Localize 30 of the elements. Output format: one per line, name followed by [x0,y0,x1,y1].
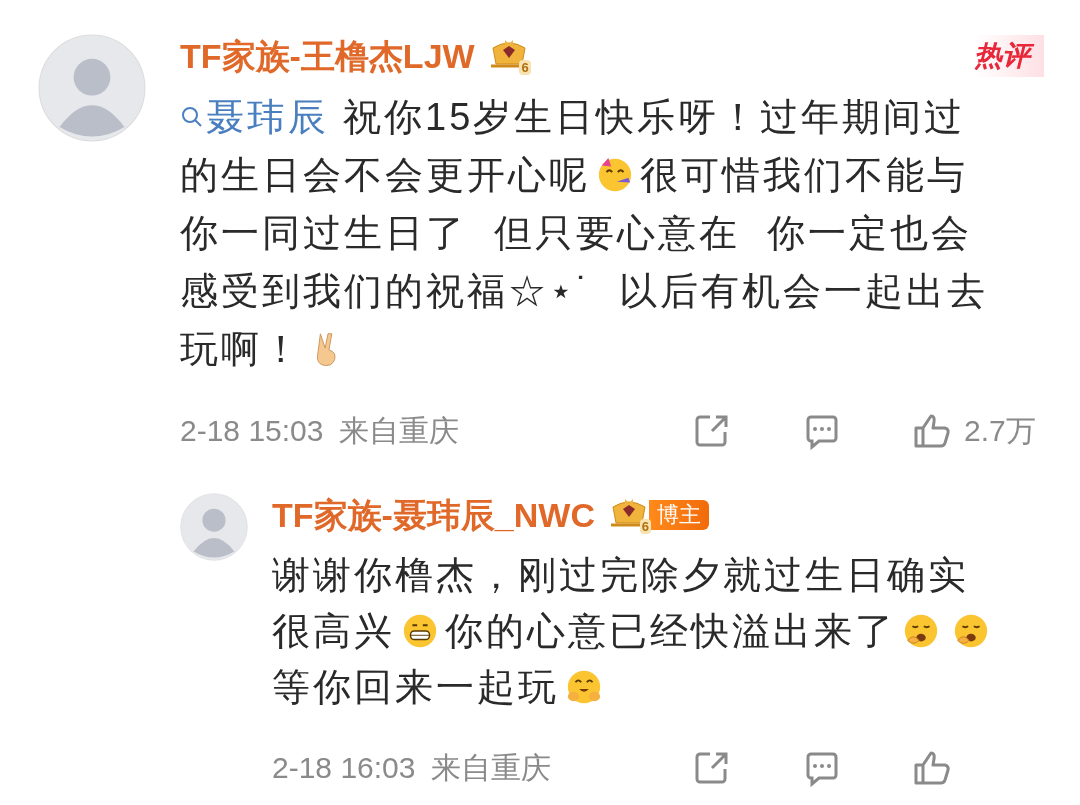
comment-text: 你的心意已经快溢出来了 [445,609,896,654]
comment-text: 你一同过生日了 但只要心意在 你一定也会 [180,211,973,256]
party-face-emoji-icon [596,156,634,194]
location-text: 来自重庆 [339,413,460,449]
comment-text: 玩啊！ [180,327,303,372]
username[interactable]: TF家族-王橹杰LJW [180,30,475,82]
level-number: 6 [639,519,651,534]
location-text: 来自重庆 [431,750,552,786]
comment-text: 等你回来一起玩 [272,665,559,710]
avatar[interactable] [180,493,248,561]
comment-text: 感受到我们的祝福☆⋆˙ 以后有机会一起出去 [180,269,988,314]
username[interactable]: TF家族-聂玮辰_NWC [272,489,595,541]
level-number: 6 [519,60,531,75]
hot-comment-tag: 热评 [974,35,1044,77]
timestamp: 2-18 15:03 [180,413,324,449]
avatar[interactable] [38,34,146,142]
comment-text: 祝你15岁生日快乐呀！过年期间过 [343,95,966,140]
comment-text: 谢谢你橹杰，刚过完除夕就过生日确实 [272,553,969,598]
blogger-badge: 博主 [648,500,709,530]
comment-text: 很高兴 [272,609,395,654]
comment-text: 很可惜我们不能与 [640,153,968,198]
grinning-face-emoji-icon [401,612,439,650]
mention-link[interactable]: 聂玮辰 [180,88,329,146]
yawning-face-emoji-icon [952,612,990,650]
smiling-face-hands-emoji-icon [565,668,603,706]
timestamp: 2-18 16:03 [272,750,416,786]
yawning-face-emoji-icon [902,612,940,650]
comment-text: 的生日会不会更开心呢 [180,153,590,198]
like-count: 2.7万 [964,413,1037,449]
search-icon [180,105,204,129]
